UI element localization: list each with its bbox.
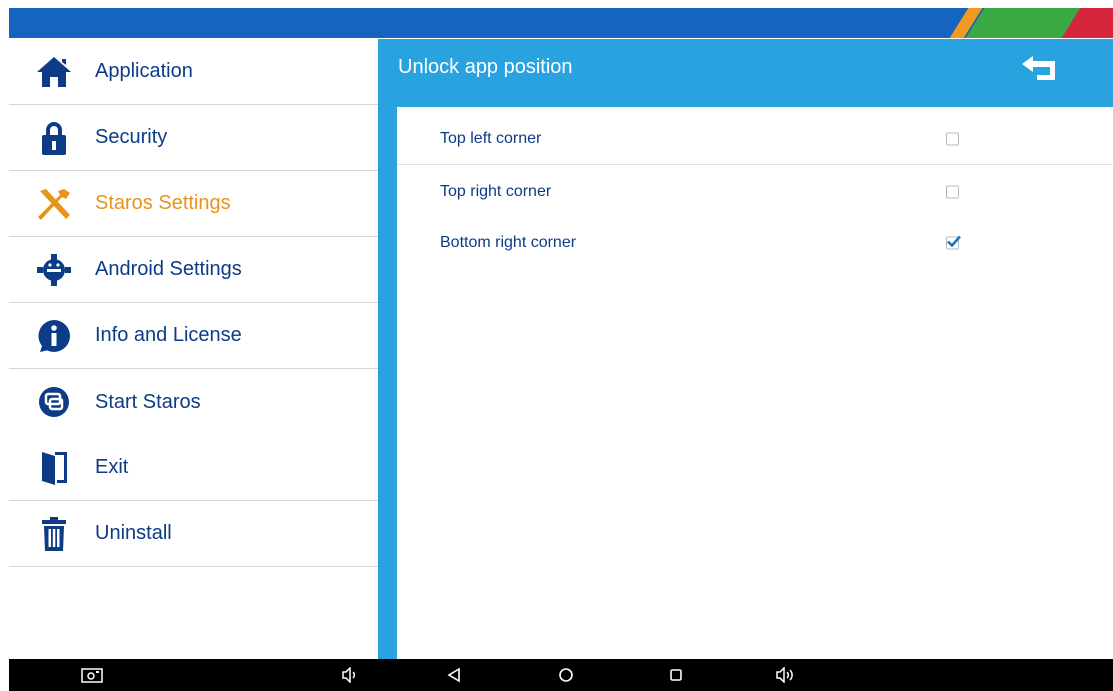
options-panel: Top left corner Top right corner Bottom … — [397, 107, 1113, 659]
start-staros-icon — [35, 382, 73, 422]
sidebar-item-security[interactable]: Security — [9, 105, 378, 171]
sidebar-item-label: Android Settings — [95, 258, 242, 280]
sidebar-item-label: Security — [95, 126, 168, 148]
back-arrow-icon — [1021, 55, 1057, 86]
status-bar — [0, 0, 1113, 39]
sidebar-item-label: Info and License — [95, 324, 242, 346]
back-nav-icon — [447, 667, 460, 683]
content-pane: Unlock app position Top left corner Top … — [378, 39, 1113, 659]
lock-icon — [35, 118, 73, 158]
screenshot-icon — [81, 668, 103, 683]
page-title: Unlock app position — [398, 56, 573, 78]
sidebar-item-start-staros[interactable]: Start Staros — [9, 369, 378, 435]
checkbox-top-right[interactable] — [946, 185, 959, 199]
option-row-top-right[interactable]: Top right corner — [397, 166, 1113, 218]
back-nav-button[interactable] — [441, 663, 467, 687]
volume-down-button[interactable] — [337, 663, 363, 687]
volume-down-icon — [342, 667, 356, 683]
recents-nav-button[interactable] — [663, 663, 689, 687]
home-nav-button[interactable] — [553, 663, 579, 687]
option-row-top-left[interactable]: Top left corner — [397, 113, 1113, 165]
door-exit-icon — [35, 448, 73, 488]
checkbox-bottom-right[interactable] — [946, 235, 961, 250]
sidebar-item-label: Exit — [95, 456, 129, 478]
sidebar-item-label: Start Staros — [95, 390, 201, 413]
sidebar: Application Security Staros Settings And… — [9, 39, 378, 659]
android-gear-icon — [35, 250, 73, 290]
sidebar-item-label: Uninstall — [95, 522, 172, 544]
sidebar-item-label: Application — [95, 60, 193, 82]
recents-nav-icon — [670, 669, 682, 681]
info-icon — [35, 316, 73, 356]
home-icon — [35, 52, 73, 92]
option-row-bottom-right[interactable]: Bottom right corner — [397, 217, 1113, 269]
trash-icon — [35, 514, 73, 554]
option-label: Top left corner — [440, 129, 542, 147]
sidebar-item-application[interactable]: Application — [9, 39, 378, 105]
option-label: Top right corner — [440, 183, 552, 200]
brand-strip — [9, 8, 1113, 38]
sidebar-item-android-settings[interactable]: Android Settings — [9, 237, 378, 303]
sidebar-item-info-and-license[interactable]: Info and License — [9, 303, 378, 369]
option-label: Bottom right corner — [440, 234, 577, 251]
home-nav-icon — [559, 668, 573, 682]
volume-up-button[interactable] — [773, 663, 799, 687]
nav-bar — [9, 659, 1113, 691]
tools-icon — [35, 184, 73, 224]
sidebar-item-label: Staros Settings — [95, 192, 231, 214]
back-button[interactable] — [1018, 51, 1060, 89]
volume-up-icon — [776, 667, 793, 683]
sidebar-item-uninstall[interactable]: Uninstall — [9, 501, 378, 567]
checkbox-top-left[interactable] — [946, 132, 959, 145]
sidebar-item-staros-settings[interactable]: Staros Settings — [9, 171, 378, 237]
sidebar-item-exit[interactable]: Exit — [9, 435, 378, 501]
screenshot-button[interactable] — [79, 663, 105, 687]
checkmark-icon — [947, 235, 961, 248]
